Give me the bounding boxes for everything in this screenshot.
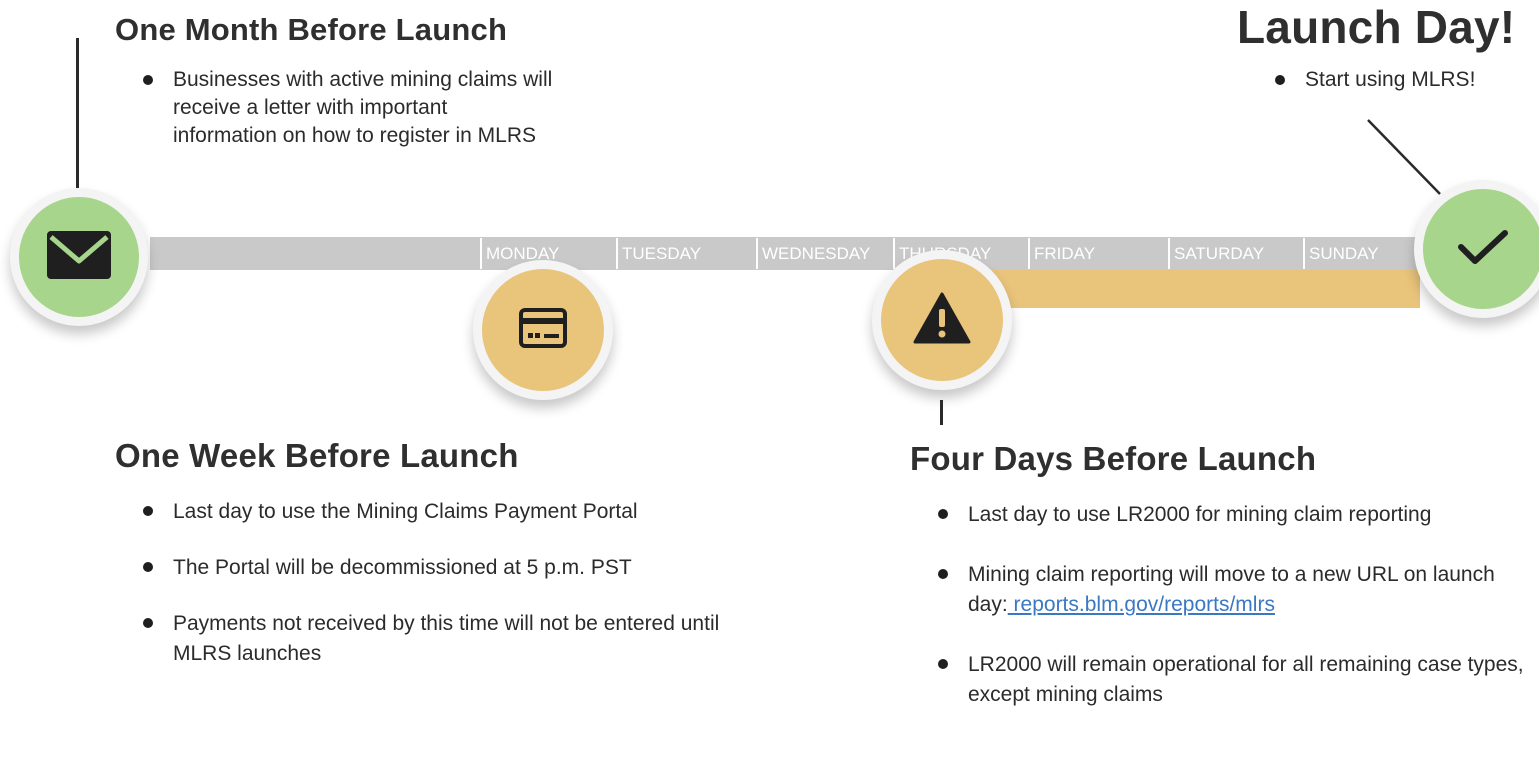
month-before-list: Businesses with active mining claims wil…: [143, 66, 553, 150]
launch-day-title: Launch Day!: [1237, 1, 1516, 53]
credit-card-icon: [519, 307, 567, 353]
four-days-before-marker: [872, 250, 1012, 390]
mlrs-reports-link[interactable]: reports.blm.gov/reports/mlrs: [1008, 593, 1275, 616]
four-days-span-bar: [990, 270, 1420, 308]
envelope-icon: [47, 230, 111, 284]
week-before-bullet-1: Last day to use the Mining Claims Paymen…: [143, 497, 703, 527]
launch-day-marker: [1414, 180, 1539, 318]
week-before-bullet-2: The Portal will be decommissioned at 5 p…: [143, 553, 753, 583]
month-before-bullet: Businesses with active mining claims wil…: [143, 66, 553, 150]
week-before-title: One Week Before Launch: [115, 437, 519, 474]
four-days-bullet-2: Mining claim reporting will move to a ne…: [938, 560, 1528, 620]
warning-icon: [913, 292, 971, 349]
four-days-bullet-1: Last day to use LR2000 for mining claim …: [938, 500, 1438, 530]
month-before-title: One Month Before Launch: [115, 12, 508, 47]
day-saturday: SATURDAY: [1168, 238, 1303, 269]
four-days-before-list: Last day to use LR2000 for mining claim …: [938, 500, 1528, 710]
week-before-bullet-3: Payments not received by this time will …: [143, 609, 743, 669]
launch-day-list: Start using MLRS!: [1275, 66, 1535, 94]
week-before-list: Last day to use the Mining Claims Paymen…: [143, 497, 753, 669]
connector-line-four-days: [940, 400, 943, 425]
month-before-marker: [10, 188, 148, 326]
four-days-before-title: Four Days Before Launch: [910, 440, 1317, 477]
connector-line-month: [76, 38, 79, 188]
day-tuesday: TUESDAY: [616, 238, 756, 269]
day-wednesday: WEDNESDAY: [756, 238, 894, 269]
four-days-bullet-3: LR2000 will remain operational for all r…: [938, 650, 1528, 710]
day-sunday: SUNDAY: [1303, 238, 1415, 269]
connector-line-launch: [1367, 119, 1441, 195]
day-friday: FRIDAY: [1028, 238, 1168, 269]
week-before-marker: [473, 260, 613, 400]
launch-day-bullet: Start using MLRS!: [1275, 66, 1535, 94]
checkmark-icon: [1455, 227, 1511, 272]
